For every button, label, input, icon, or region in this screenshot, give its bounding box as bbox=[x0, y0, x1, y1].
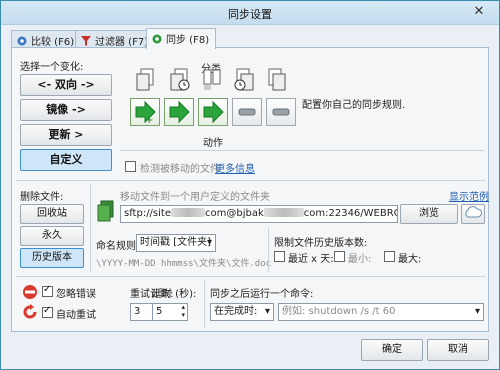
post-sync-when-select[interactable]: 在完成时: ▾ bbox=[210, 303, 274, 321]
auto-retry-label: 自动重试 bbox=[56, 310, 96, 321]
path-part-2: com@bjbak bbox=[205, 208, 264, 219]
minus-icon bbox=[272, 108, 290, 116]
auto-retry-checkbox[interactable] bbox=[42, 305, 53, 318]
history-limit-label: 限制文件历史版本数: bbox=[274, 238, 368, 249]
naming-label: 命名规则: bbox=[96, 241, 140, 252]
cloud-button[interactable] bbox=[461, 204, 485, 224]
redacted-text bbox=[263, 208, 304, 217]
gear-green-icon bbox=[151, 33, 163, 45]
folder-docs-icon bbox=[96, 200, 116, 225]
delay-label: 延时 (秒): bbox=[152, 289, 197, 300]
spinner-icon[interactable]: ▴▾ bbox=[181, 304, 185, 319]
custom-rules-text: 配置你自己的同步规则. bbox=[302, 100, 406, 111]
chevron-down-icon: ▾ bbox=[264, 306, 270, 317]
delete-files-heading: 删除文件: bbox=[20, 192, 64, 203]
variant-update-button[interactable]: 更新 > bbox=[20, 124, 112, 146]
category-left-only-icon bbox=[135, 68, 157, 95]
variant-custom-button[interactable]: 自定义 bbox=[20, 149, 112, 171]
arrow-right-icon bbox=[169, 100, 190, 124]
minus-icon bbox=[238, 108, 256, 116]
gear-blue-icon bbox=[16, 35, 28, 47]
post-sync-label: 同步之后运行一个命令: bbox=[210, 289, 314, 300]
path-part-1: sftp://site bbox=[124, 208, 171, 219]
ok-button[interactable]: 确定 bbox=[361, 339, 423, 361]
auto-retry-icon bbox=[22, 304, 38, 323]
delay-value: 5 bbox=[156, 306, 163, 317]
action-none-button[interactable] bbox=[232, 98, 262, 126]
tab-filter[interactable]: 过滤器 (F7) bbox=[75, 30, 156, 48]
post-sync-placeholder: 例如: shutdown /s /t 60 bbox=[282, 306, 396, 317]
action-label: 动作 bbox=[203, 138, 223, 149]
arrow-plus-icon: + bbox=[135, 100, 156, 126]
naming-example: \YYYY-MM-DD hhmmss\文件夹\文件.doc bbox=[96, 259, 272, 269]
detect-moved-checkbox[interactable] bbox=[125, 161, 136, 172]
versioning-path-input[interactable]: sftp://site com@bjbak com:22346/WEBROOT/re bbox=[120, 205, 398, 223]
retry-count-value: 3 bbox=[134, 306, 141, 317]
divider bbox=[204, 280, 205, 328]
limit-max-checkbox[interactable] bbox=[384, 251, 395, 262]
category-right-only-icon bbox=[265, 68, 287, 95]
browse-button[interactable]: 浏览 bbox=[400, 204, 458, 224]
divider bbox=[90, 184, 91, 272]
delete-permanent-button[interactable]: 永久 bbox=[20, 226, 84, 246]
ignore-errors-icon bbox=[22, 284, 38, 303]
title-bar: 同步设置 ✕ bbox=[1, 1, 499, 25]
divider bbox=[16, 180, 486, 181]
redacted-text bbox=[171, 208, 205, 217]
divider bbox=[16, 276, 486, 277]
limit-min-checkbox[interactable] bbox=[334, 251, 345, 262]
category-right-newer-icon bbox=[233, 68, 255, 95]
chevron-down-icon: ▾ bbox=[206, 237, 212, 248]
window-title: 同步设置 bbox=[228, 8, 272, 21]
action-copy-right-button[interactable] bbox=[164, 98, 194, 126]
sync-panel: 选择一个变化: <- 双向 -> 镜像 -> 更新 > 自定义 分类 + bbox=[11, 47, 489, 332]
action-create-left-button[interactable]: + bbox=[130, 98, 160, 126]
action-copy-right-2-button[interactable] bbox=[198, 98, 228, 126]
path-part-3: com:22346/WEBROOT/re bbox=[303, 208, 398, 219]
category-left-newer-icon bbox=[169, 68, 191, 95]
naming-value: 时间戳 [文件夹] bbox=[140, 237, 211, 248]
funnel-icon bbox=[80, 35, 92, 47]
variant-two-way-button[interactable]: <- 双向 -> bbox=[20, 74, 112, 96]
divider bbox=[120, 150, 484, 151]
more-info-link[interactable]: 更多信息 bbox=[215, 160, 255, 175]
limit-days-label: 最近 x 天: bbox=[288, 254, 334, 265]
delete-recycle-button[interactable]: 回收站 bbox=[20, 204, 84, 224]
cloud-icon bbox=[465, 206, 482, 218]
ignore-errors-checkbox[interactable] bbox=[42, 284, 53, 297]
move-files-label: 移动文件到一个用户定义的文件夹 bbox=[120, 192, 270, 203]
post-sync-command-input[interactable]: 例如: shutdown /s /t 60 ▾ bbox=[278, 303, 484, 321]
delete-versioning-button[interactable]: 历史版本 bbox=[20, 248, 84, 268]
limit-min-label: 最小: bbox=[348, 254, 372, 265]
limit-max-label: 最大: bbox=[398, 254, 422, 265]
svg-text:+: + bbox=[145, 115, 153, 125]
delay-input[interactable]: 5 ▴ ▾ bbox=[152, 303, 188, 321]
post-sync-when-value: 在完成时: bbox=[214, 306, 258, 317]
variant-mirror-button[interactable]: 镜像 -> bbox=[20, 99, 112, 121]
chevron-down-icon: ▾ bbox=[474, 306, 480, 317]
sync-settings-window: 同步设置 ✕ 比较 (F6) 过滤器 (F7) 同步 (F8) 选择一个变化: … bbox=[0, 0, 500, 370]
tab-compare[interactable]: 比较 (F6) bbox=[11, 30, 82, 48]
tab-sync-label: 同步 (F8) bbox=[166, 35, 210, 46]
detect-moved-label: 检测被移动的文件 bbox=[140, 164, 220, 175]
naming-select[interactable]: 时间戳 [文件夹] ▾ bbox=[136, 234, 216, 252]
close-icon[interactable]: ✕ bbox=[465, 3, 493, 21]
show-examples-link[interactable]: 显示范例 bbox=[449, 188, 489, 203]
divider bbox=[268, 228, 269, 272]
category-different-icon bbox=[201, 68, 223, 95]
variant-heading: 选择一个变化: bbox=[20, 62, 84, 73]
limit-days-checkbox[interactable] bbox=[274, 251, 285, 262]
ignore-errors-label: 忽略错误 bbox=[56, 289, 96, 300]
tab-sync[interactable]: 同步 (F8) bbox=[146, 28, 217, 49]
arrow-right-icon bbox=[203, 100, 224, 124]
cancel-button[interactable]: 取消 bbox=[427, 339, 489, 361]
action-none-2-button[interactable] bbox=[266, 98, 296, 126]
